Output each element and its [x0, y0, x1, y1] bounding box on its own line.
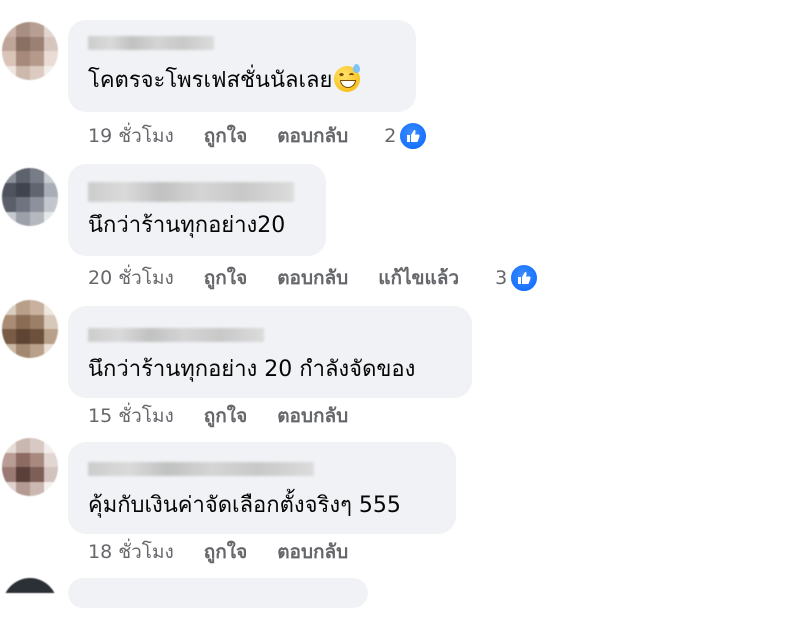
avatar[interactable] — [2, 22, 58, 80]
thumbs-up-icon — [398, 121, 429, 151]
comment-actions: 20 ชั่วโมง ถูกใจ ตอบกลับ แก้ไขแล้ว 3 — [88, 263, 540, 293]
timestamp[interactable]: 19 ชั่วโมง — [88, 121, 174, 151]
avatar[interactable] — [2, 168, 58, 226]
edited-label[interactable]: แก้ไขแล้ว — [378, 263, 459, 293]
reaction-count: 3 — [495, 267, 508, 289]
comment-bubble: นึกว่าร้านทุกอย่าง 20 กำลังจัดของ — [68, 306, 472, 398]
comment-bubble — [68, 578, 368, 608]
reaction-summary[interactable]: 3 — [495, 263, 540, 293]
blurred-author-name[interactable] — [88, 36, 214, 50]
timestamp[interactable]: 18 ชั่วโมง — [88, 537, 174, 567]
comment-bubble: คุ้มกับเงินค่าจัดเลือกตั้งจริงๆ 555 — [68, 442, 456, 534]
comment-bubble: นึกว่าร้านทุกอย่าง20 — [68, 164, 326, 256]
comment-text: นึกว่าร้านทุกอย่าง 20 กำลังจัดของ — [88, 357, 416, 382]
reply-button[interactable]: ตอบกลับ — [277, 401, 348, 431]
comment-bubble: โคตรจะโพรเฟสชั่นนัลเลย — [68, 20, 416, 112]
like-button[interactable]: ถูกใจ — [204, 263, 247, 293]
comment-text: โคตรจะโพรเฟสชั่นนัลเลย — [88, 64, 361, 95]
avatar[interactable] — [2, 578, 58, 636]
avatar[interactable] — [2, 438, 58, 496]
reaction-summary[interactable]: 2 — [384, 121, 429, 151]
comment-text: คุ้มกับเงินค่าจัดเลือกตั้งจริงๆ 555 — [88, 493, 401, 518]
like-button[interactable]: ถูกใจ — [204, 537, 247, 567]
timestamp[interactable]: 20 ชั่วโมง — [88, 263, 174, 293]
reply-button[interactable]: ตอบกลับ — [277, 263, 348, 293]
reply-button[interactable]: ตอบกลับ — [277, 121, 348, 151]
timestamp[interactable]: 15 ชั่วโมง — [88, 401, 174, 431]
reply-button[interactable]: ตอบกลับ — [277, 537, 348, 567]
avatar[interactable] — [2, 300, 58, 358]
like-button[interactable]: ถูกใจ — [204, 121, 247, 151]
comment-actions: 19 ชั่วโมง ถูกใจ ตอบกลับ 2 — [88, 121, 429, 151]
grinning-face-with-sweat-icon — [334, 64, 361, 92]
reaction-count: 2 — [384, 125, 397, 147]
blurred-author-name[interactable] — [88, 462, 314, 476]
comment-actions: 18 ชั่วโมง ถูกใจ ตอบกลับ — [88, 540, 378, 564]
comment-text: นึกว่าร้านทุกอย่าง20 — [88, 213, 286, 238]
blurred-author-name[interactable] — [88, 182, 294, 202]
thumbs-up-icon — [509, 263, 540, 293]
comment-actions: 15 ชั่วโมง ถูกใจ ตอบกลับ — [88, 404, 378, 428]
blurred-author-name[interactable] — [88, 328, 264, 342]
like-button[interactable]: ถูกใจ — [204, 401, 247, 431]
